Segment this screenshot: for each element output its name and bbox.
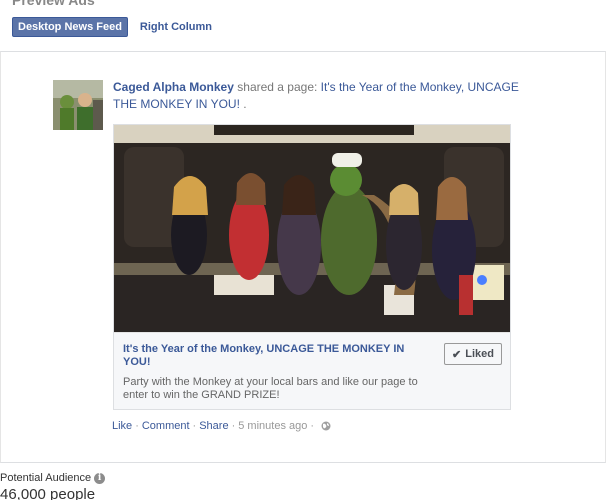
timestamp[interactable]: 5 minutes ago: [238, 420, 307, 432]
separator: ·: [192, 420, 197, 432]
card-info: It's the Year of the Monkey, UNCAGE THE …: [114, 332, 510, 409]
separator: ·: [135, 420, 139, 432]
shared-verb: shared a page:: [237, 80, 318, 94]
author-link[interactable]: Caged Alpha Monkey: [113, 80, 234, 94]
tab-right-column[interactable]: Right Column: [140, 19, 212, 35]
liked-button[interactable]: ✔ Liked: [444, 343, 502, 365]
info-icon[interactable]: i: [94, 472, 106, 484]
globe-icon[interactable]: [321, 421, 331, 431]
potential-audience: Potential Audience i: [0, 472, 106, 484]
avatar[interactable]: [53, 80, 103, 130]
preview-tabs: Desktop News Feed Right Column: [12, 17, 212, 37]
share-link[interactable]: Share: [199, 420, 228, 432]
audience-count: 46,000 people: [0, 486, 96, 500]
headline-trailing: .: [239, 97, 247, 111]
liked-label: Liked: [465, 348, 494, 360]
separator: ·: [231, 420, 236, 432]
card-description: Party with the Monkey at your local bars…: [123, 376, 418, 401]
separator: ·: [310, 420, 315, 432]
check-icon: ✔: [452, 348, 462, 361]
comment-link[interactable]: Comment: [142, 420, 190, 432]
card-photo[interactable]: [114, 125, 510, 332]
post-actions: Like · Comment · Share · 5 minutes ago ·: [112, 420, 331, 432]
like-link[interactable]: Like: [112, 420, 132, 432]
section-title: Preview Ads: [12, 0, 95, 8]
tab-desktop-news-feed[interactable]: Desktop News Feed: [12, 17, 128, 37]
link-card[interactable]: It's the Year of the Monkey, UNCAGE THE …: [113, 124, 511, 410]
audience-label: Potential Audience: [0, 472, 92, 484]
post-headline: Caged Alpha Monkey shared a page: It's t…: [113, 79, 533, 113]
card-title[interactable]: It's the Year of the Monkey, UNCAGE THE …: [123, 343, 423, 369]
